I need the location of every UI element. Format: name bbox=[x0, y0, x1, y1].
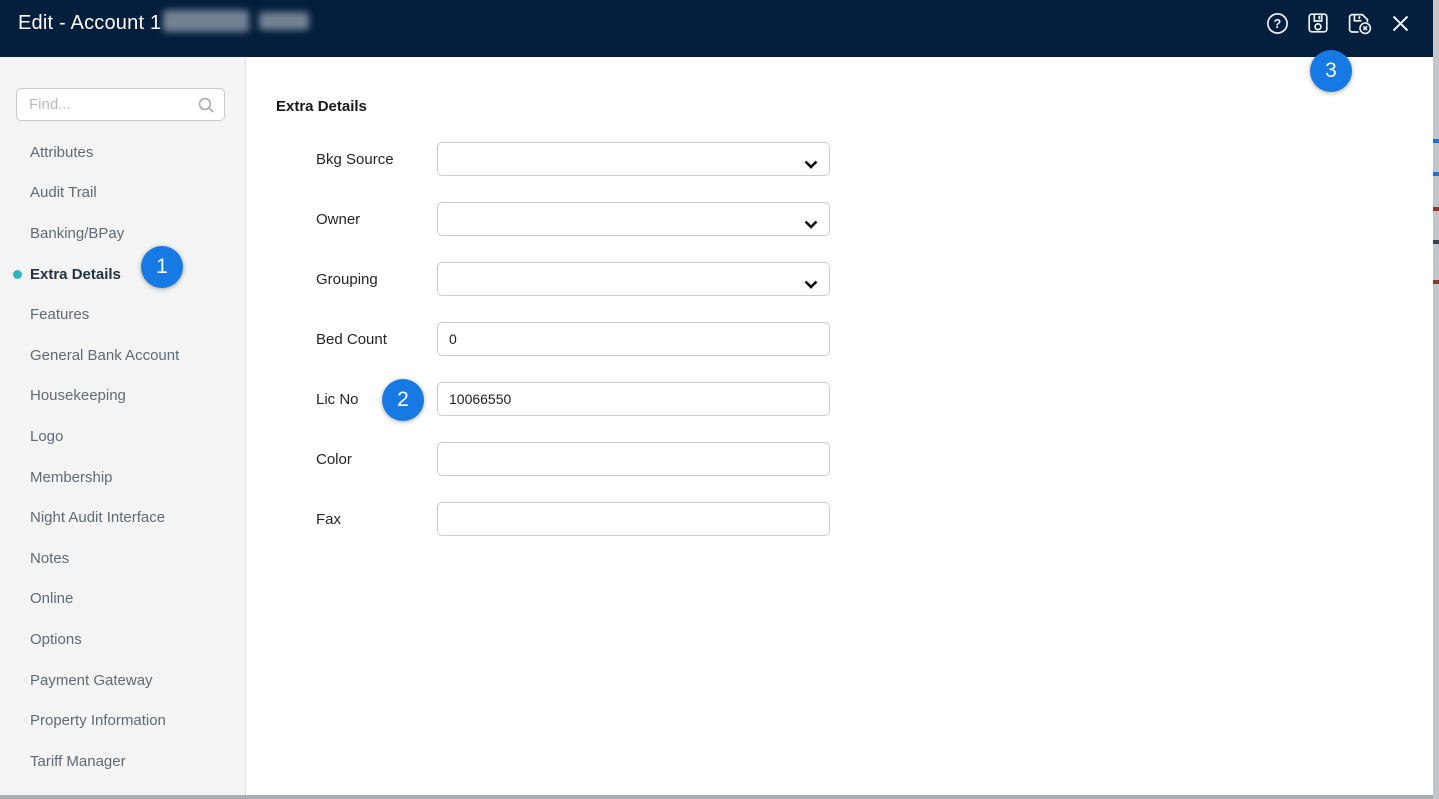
sidebar-item-label: Logo bbox=[30, 427, 64, 445]
window-title: Edit - Account 1 bbox=[18, 12, 162, 34]
sidebar-item-features[interactable]: Features bbox=[0, 294, 245, 335]
sidebar-item-label: Online bbox=[30, 590, 74, 608]
field-label: Fax bbox=[316, 510, 342, 528]
callout-2: 2 bbox=[382, 379, 424, 421]
field-control bbox=[437, 202, 830, 236]
search-input[interactable] bbox=[17, 89, 197, 120]
sidebar-search-box bbox=[16, 88, 225, 121]
form-row: Bkg Source bbox=[247, 142, 1433, 176]
close-x-icon bbox=[1391, 14, 1410, 33]
form-row: Color bbox=[247, 442, 1433, 476]
field-control bbox=[437, 502, 830, 536]
sidebar-item-housekeeping[interactable]: Housekeeping bbox=[0, 376, 245, 417]
sidebar-item-attributes[interactable]: Attributes bbox=[0, 132, 245, 173]
sidebar-item-label: Audit Trail bbox=[30, 184, 97, 202]
floppy-save-icon bbox=[1307, 12, 1329, 34]
field-control bbox=[437, 142, 830, 176]
right-edge-scrollbar[interactable] bbox=[1433, 0, 1439, 799]
sidebar-item-property-information[interactable]: Property Information bbox=[0, 700, 245, 741]
sidebar-item-membership[interactable]: Membership bbox=[0, 457, 245, 498]
sidebar-item-logo[interactable]: Logo bbox=[0, 416, 245, 457]
sidebar-item-online[interactable]: Online bbox=[0, 579, 245, 620]
sidebar-item-label: Notes bbox=[30, 549, 70, 567]
sidebar-item-notes[interactable]: Notes bbox=[0, 538, 245, 579]
scrollbar-mark bbox=[1433, 240, 1439, 244]
field-label: Bed Count bbox=[316, 330, 387, 348]
field-control bbox=[437, 382, 830, 416]
field-label: Bkg Source bbox=[316, 150, 394, 168]
sidebar-item-label: Banking/BPay bbox=[30, 224, 125, 242]
input-fax[interactable] bbox=[437, 502, 830, 536]
redacted-text-block bbox=[259, 12, 309, 30]
sidebar-item-label: Options bbox=[30, 630, 82, 648]
main-panel: Extra Details Bkg Source Owner Grouping … bbox=[247, 57, 1433, 795]
titlebar: Edit - Account 1 ? bbox=[0, 0, 1433, 57]
selected-indicator-dot bbox=[13, 269, 22, 279]
callout-1: 1 bbox=[141, 246, 183, 288]
form-row: Grouping bbox=[247, 262, 1433, 296]
save-button[interactable] bbox=[1307, 12, 1329, 34]
extra-details-form: Bkg Source Owner Grouping Bed Count 0 Li… bbox=[247, 142, 1433, 562]
sidebar-item-label: General Bank Account bbox=[30, 346, 180, 364]
redacted-text-block bbox=[163, 10, 249, 32]
input-bed-count[interactable] bbox=[437, 322, 830, 356]
input-color[interactable] bbox=[437, 442, 830, 476]
sidebar-item-general-bank-account[interactable]: General Bank Account bbox=[0, 335, 245, 376]
sidebar-item-label: Payment Gateway bbox=[30, 671, 153, 689]
field-label: Owner bbox=[316, 210, 361, 228]
help-circle-icon: ? bbox=[1266, 12, 1289, 35]
sidebar-item-night-audit-interface[interactable]: Night Audit Interface bbox=[0, 497, 245, 538]
sidebar-item-label: Night Audit Interface bbox=[30, 509, 166, 527]
field-label: Grouping bbox=[316, 270, 378, 288]
sidebar-item-banking-bpay[interactable]: Banking/BPay bbox=[0, 213, 245, 254]
chevron-down-icon bbox=[804, 276, 818, 294]
sidebar-item-label: Property Information bbox=[30, 712, 166, 730]
edit-account-window: Edit - Account 1 ? Find... Attributes Au… bbox=[0, 0, 1439, 799]
scrollbar-mark bbox=[1433, 280, 1439, 284]
chevron-down-icon bbox=[804, 156, 818, 174]
sidebar-item-payment-gateway[interactable]: Payment Gateway bbox=[0, 660, 245, 701]
close-button[interactable] bbox=[1391, 14, 1410, 33]
help-button[interactable]: ? bbox=[1266, 12, 1289, 35]
search-icon bbox=[198, 97, 215, 119]
form-row: Lic No bbox=[247, 382, 1433, 416]
sidebar-item-label: Tariff Manager bbox=[30, 752, 126, 770]
sidebar-item-label: Attributes bbox=[30, 143, 94, 161]
scrollbar-mark bbox=[1433, 207, 1439, 211]
sidebar-item-label: Housekeeping bbox=[30, 387, 126, 405]
sidebar-item-extra-details[interactable]: Extra Details bbox=[0, 254, 245, 295]
sidebar-item-label: Membership bbox=[30, 468, 113, 486]
input-lic-no[interactable] bbox=[437, 382, 830, 416]
save-discard-button[interactable] bbox=[1347, 12, 1373, 35]
form-row: Bed Count bbox=[247, 322, 1433, 356]
svg-text:?: ? bbox=[1274, 17, 1282, 31]
sidebar-item-audit-trail[interactable]: Audit Trail bbox=[0, 173, 245, 214]
scrollbar-mark bbox=[1433, 172, 1439, 176]
sidebar-item-tariff-manager[interactable]: Tariff Manager bbox=[0, 741, 245, 782]
sidebar-item-options[interactable]: Options bbox=[0, 619, 245, 660]
select-owner[interactable] bbox=[437, 202, 830, 236]
window-bottom-border bbox=[0, 795, 1439, 799]
field-control bbox=[437, 262, 830, 296]
titlebar-buttons: ? bbox=[1266, 0, 1410, 46]
floppy-save-cancel-icon bbox=[1347, 12, 1373, 35]
sidebar-nav: Attributes Audit Trail Banking/BPay Extr… bbox=[0, 132, 245, 782]
form-row: Fax bbox=[247, 502, 1433, 536]
select-bkg-source[interactable] bbox=[437, 142, 830, 176]
field-label: Color bbox=[316, 450, 352, 468]
sidebar-item-label: Features bbox=[30, 306, 90, 324]
select-grouping[interactable] bbox=[437, 262, 830, 296]
callout-3: 3 bbox=[1310, 50, 1352, 92]
field-control bbox=[437, 442, 830, 476]
chevron-down-icon bbox=[804, 216, 818, 234]
form-row: Owner bbox=[247, 202, 1433, 236]
settings-sidebar: Attributes Audit Trail Banking/BPay Extr… bbox=[0, 57, 246, 795]
field-control bbox=[437, 322, 830, 356]
scrollbar-mark bbox=[1433, 139, 1439, 143]
sidebar-item-label: Extra Details bbox=[30, 265, 121, 283]
section-heading: Extra Details bbox=[276, 98, 367, 115]
